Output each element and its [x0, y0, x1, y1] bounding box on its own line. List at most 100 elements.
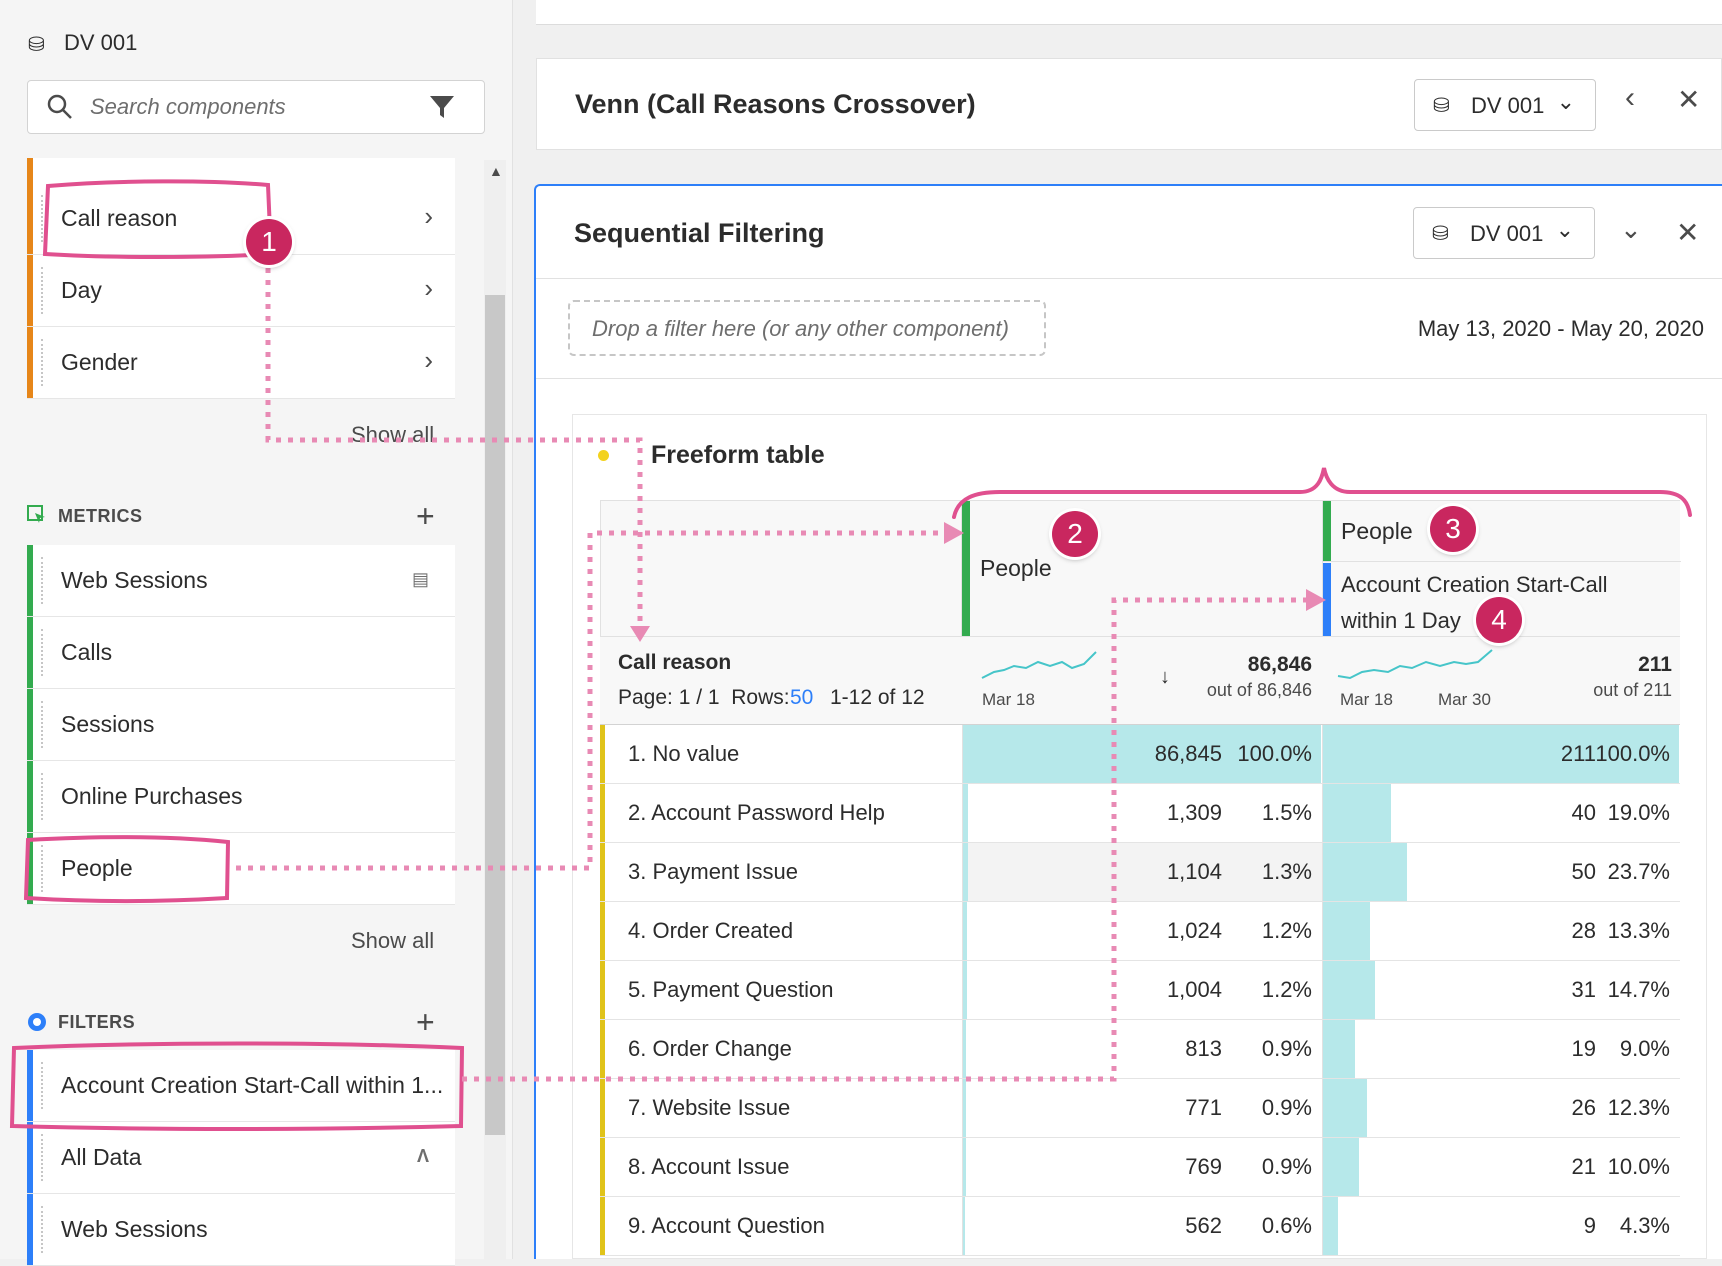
col2-value: 26 — [1571, 1095, 1596, 1120]
add-metric-button[interactable]: + — [416, 500, 435, 532]
row-label[interactable]: 8. Account Issue — [628, 1154, 789, 1180]
rows-per-page[interactable]: 50 — [790, 686, 813, 710]
search-icon — [47, 94, 72, 119]
col2-value: 40 — [1571, 800, 1596, 825]
dimensions-show-all[interactable]: Show all — [351, 422, 434, 448]
metric-item[interactable]: People — [27, 833, 455, 905]
dimension-color-bar — [27, 158, 33, 183]
col2-fill — [1323, 1079, 1367, 1137]
row-label[interactable]: 2. Account Password Help — [628, 800, 885, 826]
filter-item[interactable]: All Data Λ — [27, 1122, 455, 1194]
col2-cell: 19 9.0% — [1322, 1020, 1680, 1078]
table-row[interactable]: 7. Website Issue 771 0.9% 26 12.3% — [600, 1079, 1680, 1138]
callout-3: 3 — [1430, 506, 1476, 552]
filter-list: Account Creation Start-Call within 1... … — [27, 1050, 455, 1266]
col2-cell: 211 100.0% — [1322, 725, 1680, 783]
search-input[interactable] — [88, 91, 422, 123]
col2-percent: 10.0% — [1607, 1154, 1670, 1179]
col1-cell: 86,845 100.0% — [962, 725, 1322, 783]
range-label: 1-12 of 12 — [830, 686, 925, 709]
filter-dropzone[interactable]: Drop a filter here (or any other compone… — [568, 300, 1046, 356]
metrics-icon — [27, 505, 45, 523]
col2-fill — [1323, 784, 1391, 842]
col1-value: 562 — [1185, 1213, 1222, 1238]
col2-value: 9 — [1583, 1213, 1596, 1238]
chevron-right-icon[interactable]: › — [424, 345, 433, 376]
col1-value: 813 — [1185, 1036, 1222, 1061]
row-label[interactable]: 1. No value — [628, 741, 739, 767]
metric-item[interactable]: Sessions — [27, 689, 455, 761]
table-row[interactable]: 1. No value 86,845 100.0% 211 100.0% — [600, 725, 1680, 784]
col1-value: 1,309 — [1166, 800, 1222, 825]
filter-item[interactable]: Account Creation Start-Call within 1... — [27, 1050, 455, 1122]
row-label[interactable]: 9. Account Question — [628, 1213, 825, 1239]
col2-value: 31 — [1571, 977, 1596, 1002]
close-icon[interactable]: ✕ — [1676, 216, 1699, 249]
col2-fill — [1323, 1197, 1339, 1255]
col1-value: 1,024 — [1166, 918, 1222, 943]
dimension-item-partial[interactable] — [27, 158, 455, 183]
metric-item[interactable]: Web Sessions ▤ — [27, 545, 455, 617]
row-label[interactable]: 4. Order Created — [628, 918, 793, 944]
metric-item[interactable]: Online Purchases — [27, 761, 455, 833]
table-row[interactable]: 9. Account Question 562 0.6% 9 4.3% — [600, 1197, 1680, 1256]
table-row[interactable]: 5. Payment Question 1,004 1.2% 31 14.7% — [600, 961, 1680, 1020]
dimension-item[interactable]: Day › — [27, 255, 455, 327]
table-row[interactable]: 6. Order Change 813 0.9% 19 9.0% — [600, 1020, 1680, 1079]
panel-divider — [536, 278, 1722, 279]
filters-section-title: FILTERS — [58, 1012, 136, 1032]
chevron-right-icon[interactable]: › — [424, 201, 433, 232]
col1-percent: 0.6% — [1261, 1213, 1312, 1238]
table-row[interactable]: 3. Payment Issue 1,104 1.3% 50 23.7% — [600, 843, 1680, 902]
dimension-color-bar — [600, 843, 605, 901]
chevron-right-icon[interactable]: › — [424, 273, 433, 304]
row-label[interactable]: 5. Payment Question — [628, 977, 833, 1003]
rail-scrollbar-thumb[interactable] — [485, 295, 505, 1135]
col2-fill — [1323, 961, 1376, 1019]
scroll-up-icon[interactable]: ▲ — [489, 163, 503, 179]
table-row[interactable]: 8. Account Issue 769 0.9% 21 10.0% — [600, 1138, 1680, 1197]
table-row[interactable]: 2. Account Password Help 1,309 1.5% 40 19.0% — [600, 784, 1680, 843]
sort-desc-icon[interactable]: ↓ — [1160, 666, 1170, 689]
col2-value: 28 — [1571, 918, 1596, 943]
table-row[interactable]: 4. Order Created 1,024 1.2% 28 13.3% — [600, 902, 1680, 961]
col2-percent: 19.0% — [1607, 800, 1670, 825]
dimension-item[interactable]: Call reason › — [27, 183, 455, 255]
date-range[interactable]: May 13, 2020 - May 20, 2020 — [1418, 316, 1704, 342]
collapsed-panel-remnant — [536, 0, 1722, 25]
panel-divider — [536, 378, 1722, 379]
dimension-item[interactable]: Gender › — [27, 327, 455, 399]
venn-panel: Venn (Call Reasons Crossover) ⛁ DV 001 ⌄… — [536, 58, 1722, 150]
search-box[interactable] — [27, 80, 485, 134]
filter-item[interactable]: Web Sessions — [27, 1194, 455, 1266]
dimension-header[interactable]: Call reason — [618, 651, 731, 675]
collapse-chevron-icon[interactable]: ⌄ — [1620, 214, 1642, 245]
metrics-show-all[interactable]: Show all — [351, 928, 434, 954]
col1-percent: 1.5% — [1261, 800, 1312, 825]
sequential-datasource-dropdown[interactable]: ⛁ DV 001 ⌄ — [1413, 207, 1595, 259]
sequential-panel-title: Sequential Filtering — [574, 218, 825, 248]
col1-percent: 1.2% — [1261, 918, 1312, 943]
chevron-left-icon[interactable]: ‹ — [1625, 81, 1635, 115]
col2-value: 21 — [1571, 1154, 1596, 1179]
row-label[interactable]: 3. Payment Issue — [628, 859, 798, 885]
column-header-1[interactable]: People — [962, 500, 1322, 636]
col2-value: 19 — [1571, 1036, 1596, 1061]
callout-4: 4 — [1476, 597, 1522, 643]
callout-1: 1 — [246, 219, 292, 265]
row-label[interactable]: 6. Order Change — [628, 1036, 792, 1062]
datasource-icon: ⛁ — [1432, 223, 1449, 245]
col2-value: 211 — [1560, 741, 1596, 766]
metrics-section-title: METRICS — [58, 506, 143, 526]
metric-item[interactable]: Calls — [27, 617, 455, 689]
col1-cell: 1,309 1.5% — [962, 784, 1322, 842]
close-icon[interactable]: ✕ — [1677, 83, 1700, 116]
venn-datasource-dropdown[interactable]: ⛁ DV 001 ⌄ — [1414, 79, 1596, 131]
calculator-icon: ▤ — [411, 569, 429, 589]
row-label[interactable]: 7. Website Issue — [628, 1095, 790, 1121]
filter-funnel-icon[interactable] — [428, 93, 456, 121]
chevron-down-icon: ⌄ — [1556, 89, 1575, 114]
col1-value: 769 — [1185, 1154, 1222, 1179]
add-filter-button[interactable]: + — [416, 1006, 435, 1038]
datasource-icon: ⛁ — [1433, 95, 1450, 117]
